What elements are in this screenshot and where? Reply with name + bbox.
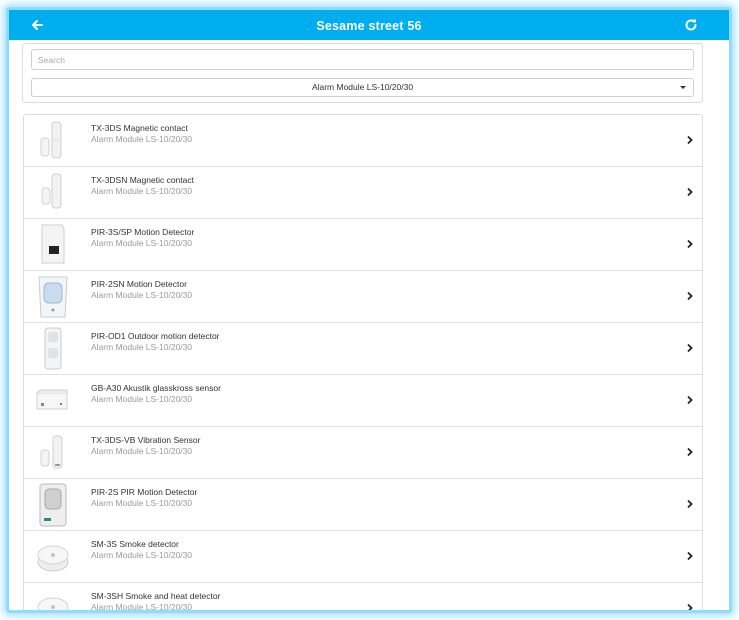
module-select[interactable]: Alarm Module LS-10/20/30	[31, 78, 694, 97]
chevron-right-icon	[687, 603, 693, 610]
page-title: Sesame street 56	[316, 19, 422, 33]
chevron-right-icon	[687, 135, 693, 145]
caret-down-icon	[680, 86, 686, 89]
smoke-detector-icon	[36, 586, 70, 610]
device-name: PIR-2SN Motion Detector	[91, 279, 187, 289]
device-module: Alarm Module LS-10/20/30	[91, 342, 193, 352]
device-row[interactable]: PIR-2SN Motion Detector Alarm Module LS-…	[24, 271, 702, 323]
glass-break-sensor-icon	[36, 378, 70, 423]
device-module: Alarm Module LS-10/20/30	[91, 498, 193, 508]
device-module: Alarm Module LS-10/20/30	[91, 238, 193, 248]
module-select-value: Alarm Module LS-10/20/30	[311, 82, 414, 92]
chevron-right-icon	[687, 499, 693, 509]
device-name: GB-A30 Akustik glasskross sensor	[91, 383, 221, 393]
device-module: Alarm Module LS-10/20/30	[91, 446, 193, 456]
vibration-sensor-icon	[36, 430, 70, 475]
device-module: Alarm Module LS-10/20/30	[91, 290, 193, 300]
device-name: SM-3S Smoke detector	[91, 539, 179, 549]
smoke-detector-icon	[36, 534, 70, 579]
chevron-right-icon	[687, 343, 693, 353]
device-row[interactable]: PIR-3S/SP Motion Detector Alarm Module L…	[24, 219, 702, 271]
device-name: SM-3SH Smoke and heat detector	[91, 591, 221, 601]
device-name: PIR-3S/SP Motion Detector	[91, 227, 195, 237]
device-module: Alarm Module LS-10/20/30	[91, 134, 193, 144]
chevron-right-icon	[687, 239, 693, 249]
outdoor-detector-icon	[36, 326, 70, 371]
pir-detector-icon	[36, 482, 70, 527]
device-row[interactable]: PIR-2S PIR Motion Detector Alarm Module …	[24, 479, 702, 531]
device-name: TX-3DSN Magnetic contact	[91, 175, 194, 185]
device-name: PIR-OD1 Outdoor motion detector	[91, 331, 220, 341]
refresh-icon[interactable]	[683, 17, 699, 33]
device-module: Alarm Module LS-10/20/30	[91, 550, 193, 560]
device-list: TX-3DS Magnetic contact Alarm Module LS-…	[23, 114, 703, 612]
device-module: Alarm Module LS-10/20/30	[91, 602, 193, 612]
device-row[interactable]: SM-3S Smoke detector Alarm Module LS-10/…	[24, 531, 702, 583]
chevron-right-icon	[687, 187, 693, 197]
chevron-right-icon	[687, 291, 693, 301]
chevron-right-icon	[687, 551, 693, 561]
app-header: Sesame street 56	[9, 10, 729, 40]
device-row[interactable]: TX-3DS Magnetic contact Alarm Module LS-…	[24, 115, 702, 167]
device-row[interactable]: TX-3DS-VB Vibration Sensor Alarm Module …	[24, 427, 702, 479]
chevron-right-icon	[687, 447, 693, 457]
device-row[interactable]: SM-3SH Smoke and heat detector Alarm Mod…	[24, 583, 702, 612]
pir-detector-icon	[36, 274, 70, 319]
device-row[interactable]: GB-A30 Akustik glasskross sensor Alarm M…	[24, 375, 702, 427]
magnetic-contact-icon	[36, 118, 70, 163]
chevron-right-icon	[687, 395, 693, 405]
search-input[interactable]	[31, 49, 694, 70]
device-row[interactable]: TX-3DSN Magnetic contact Alarm Module LS…	[24, 167, 702, 219]
filter-panel: Alarm Module LS-10/20/30	[22, 43, 703, 103]
device-module: Alarm Module LS-10/20/30	[91, 186, 193, 196]
pir-detector-icon	[36, 222, 70, 267]
device-name: PIR-2S PIR Motion Detector	[91, 487, 198, 497]
device-module: Alarm Module LS-10/20/30	[91, 394, 193, 404]
app-window: Sesame street 56 Alarm Module LS-10/20/3…	[6, 7, 732, 613]
magnetic-contact-icon	[36, 170, 70, 215]
device-name: TX-3DS Magnetic contact	[91, 123, 188, 133]
device-row[interactable]: PIR-OD1 Outdoor motion detector Alarm Mo…	[24, 323, 702, 375]
device-name: TX-3DS-VB Vibration Sensor	[91, 435, 201, 445]
